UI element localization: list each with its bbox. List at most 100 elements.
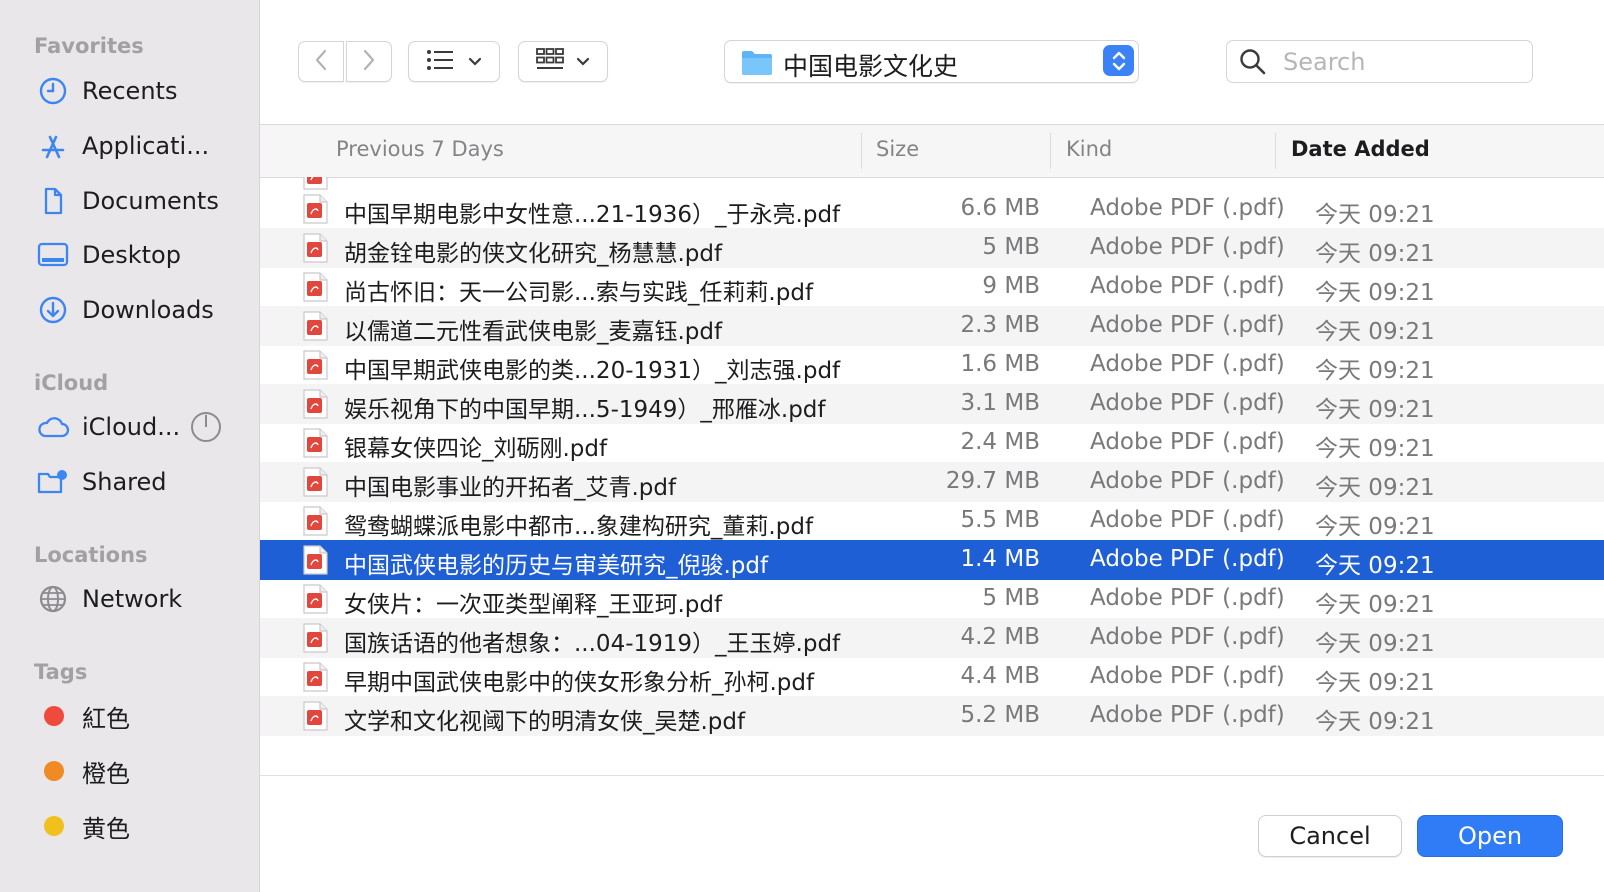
download-icon [36, 293, 70, 327]
file-size: 4.4 MB [960, 663, 1040, 689]
column-header-bar: Previous 7 Days Size Kind Date Added [260, 124, 1604, 178]
file-row[interactable]: 中国电影事业的开拓者_艾青.pdf 29.7 MB Adobe PDF (.pdf)… [260, 462, 1604, 502]
shared-folder-icon [36, 465, 70, 499]
file-row[interactable]: 胡金铨电影的侠文化研究_杨慧慧.pdf 5 MB Adobe PDF (.pdf) 今… [260, 228, 1604, 268]
file-size: 5 MB [982, 585, 1040, 611]
column-header-date-added[interactable]: Date Added [1291, 137, 1430, 161]
file-kind: Adobe PDF (.pdf) [1090, 195, 1285, 221]
file-kind: Adobe PDF (.pdf) [1090, 585, 1285, 611]
back-button[interactable] [298, 41, 344, 82]
red-tag-dot-icon [44, 706, 64, 726]
column-divider[interactable] [861, 133, 862, 169]
column-header-name[interactable]: Previous 7 Days [336, 137, 504, 161]
file-row-selected[interactable]: 中国武侠电影的历史与审美研究_倪骏.pdf 1.4 MB Adobe PDF (.p… [260, 540, 1604, 580]
sidebar-item-recents[interactable]: Recents [0, 67, 259, 115]
sidebar-item-label: 黄色 [82, 814, 130, 843]
search-field[interactable] [1226, 40, 1533, 83]
column-header-size[interactable]: Size [876, 137, 919, 161]
column-header-kind[interactable]: Kind [1066, 137, 1112, 161]
chevron-down-icon [468, 52, 482, 71]
sidebar-item-network[interactable]: Network [0, 575, 259, 623]
file-name: 中国武侠电影的历史与审美研究_倪骏.pdf [344, 553, 769, 579]
sidebar-tag-yellow[interactable]: 黄色 [0, 802, 259, 850]
sidebar-item-downloads[interactable]: Downloads [0, 286, 259, 334]
file-date-added: 今天 09:21 [1315, 397, 1435, 423]
file-size: 2.3 MB [960, 312, 1040, 338]
pdf-file-icon [302, 272, 328, 302]
yellow-tag-dot-icon [44, 816, 64, 836]
file-name: 女侠片：一次亚类型阐释_王亚珂.pdf [344, 592, 723, 618]
sidebar-item-documents[interactable]: Documents [0, 177, 259, 225]
forward-button[interactable] [346, 41, 392, 82]
search-input[interactable] [1281, 45, 1525, 79]
file-size: 5.5 MB [960, 507, 1040, 533]
file-date-added: 今天 09:21 [1315, 709, 1435, 735]
file-row[interactable]: 以儒道二元性看武侠电影_麦嘉钰.pdf 2.3 MB Adobe PDF (.pdf… [260, 306, 1604, 346]
file-date-added: 今天 09:21 [1315, 475, 1435, 501]
location-path-popup[interactable]: 中国电影文化史 [724, 40, 1139, 83]
file-row[interactable]: 国族话语的他者想象：...04-1919）_王玉婷.pdf 4.2 MB Adobe… [260, 618, 1604, 658]
file-kind: Adobe PDF (.pdf) [1090, 273, 1285, 299]
file-kind: Adobe PDF (.pdf) [1090, 312, 1285, 338]
column-divider[interactable] [1050, 133, 1051, 169]
file-kind: Adobe PDF (.pdf) [1090, 351, 1285, 377]
sidebar-item-label: 橙色 [82, 759, 130, 788]
open-button[interactable]: Open [1417, 815, 1563, 857]
column-divider[interactable] [1275, 133, 1276, 169]
sidebar-item-desktop[interactable]: Desktop [0, 231, 259, 279]
file-size: 5.2 MB [960, 702, 1040, 728]
file-name: 文学和文化视阈下的明清女侠_吴楚.pdf [344, 709, 746, 735]
file-date-added: 今天 09:21 [1315, 670, 1435, 696]
sidebar-item-applications[interactable]: Applicati... [0, 122, 259, 170]
pdf-file-icon [302, 701, 328, 731]
file-size: 2.4 MB [960, 429, 1040, 455]
file-row[interactable]: 尚古怀旧：天一公司影...索与实践_任莉莉.pdf 9 MB Adobe PDF (… [260, 267, 1604, 307]
file-name: 中国电影事业的开拓者_艾青.pdf [344, 475, 677, 501]
file-row[interactable]: 娱乐视角下的中国早期...5-1949）_邢雁冰.pdf 3.1 MB Adobe … [260, 384, 1604, 424]
sidebar-tag-orange[interactable]: 橙色 [0, 747, 259, 795]
file-kind: Adobe PDF (.pdf) [1090, 546, 1285, 572]
chevron-down-icon [576, 52, 590, 71]
pdf-file-icon [302, 428, 328, 458]
file-row[interactable]: 鸳鸯蝴蝶派电影中都市...象建构研究_董莉.pdf 5.5 MB Adobe PDF… [260, 501, 1604, 541]
pdf-file-icon [302, 545, 328, 575]
sidebar-tag-red[interactable]: 紅色 [0, 692, 259, 740]
sync-progress-icon [190, 411, 222, 447]
file-date-added: 今天 09:21 [1315, 241, 1435, 267]
pdf-file-icon [302, 662, 328, 692]
file-date-added: 今天 09:21 [1315, 358, 1435, 384]
file-name: 早期中国武侠电影中的侠女形象分析_孙柯.pdf [344, 670, 815, 696]
file-date-added: 今天 09:21 [1315, 280, 1435, 306]
file-row[interactable]: 中国早期武侠电影的类...20-1931）_刘志强.pdf 1.6 MB Adobe… [260, 345, 1604, 385]
file-size: 9 MB [982, 273, 1040, 299]
list-view-button[interactable] [408, 41, 500, 82]
file-size: 3.1 MB [960, 390, 1040, 416]
file-row[interactable]: 中国早期电影中女性意...21-1936）_于永亮.pdf 6.6 MB Adobe… [260, 189, 1604, 229]
pdf-file-icon [302, 389, 328, 419]
file-kind: Adobe PDF (.pdf) [1090, 507, 1285, 533]
file-name: 以儒道二元性看武侠电影_麦嘉钰.pdf [344, 319, 723, 345]
favorites-heading: Favorites [34, 34, 144, 58]
list-icon [426, 49, 454, 75]
file-date-added: 今天 09:21 [1315, 553, 1435, 579]
file-row[interactable]: 女侠片：一次亚类型阐释_王亚珂.pdf 5 MB Adobe PDF (.pdf) 今… [260, 579, 1604, 619]
file-date-added: 今天 09:21 [1315, 319, 1435, 345]
cancel-button[interactable]: Cancel [1258, 815, 1402, 857]
chevron-left-icon [313, 48, 329, 76]
pdf-file-icon [302, 506, 328, 536]
orange-tag-dot-icon [44, 761, 64, 781]
cloud-icon [36, 410, 70, 444]
file-name: 胡金铨电影的侠文化研究_杨慧慧.pdf [344, 241, 723, 267]
sidebar-item-label: Desktop [82, 241, 181, 269]
sidebar-item-label: Downloads [82, 296, 214, 324]
file-date-added: 今天 09:21 [1315, 436, 1435, 462]
sidebar-item-label: iCloud... [82, 413, 181, 441]
file-row[interactable]: 银幕女侠四论_刘砺刚.pdf 2.4 MB Adobe PDF (.pdf) 今天 0… [260, 423, 1604, 463]
file-row[interactable]: 文学和文化视阈下的明清女侠_吴楚.pdf 5.2 MB Adobe PDF (.pd… [260, 696, 1604, 736]
sidebar-item-icloud-drive[interactable]: iCloud... [0, 403, 259, 451]
file-name: 国族话语的他者想象：...04-1919）_王玉婷.pdf [344, 631, 841, 657]
file-row[interactable]: 早期中国武侠电影中的侠女形象分析_孙柯.pdf 4.4 MB Adobe PDF (… [260, 657, 1604, 697]
sidebar-item-shared[interactable]: Shared [0, 458, 259, 506]
group-view-button[interactable] [518, 41, 608, 82]
file-name: 鸳鸯蝴蝶派电影中都市...象建构研究_董莉.pdf [344, 514, 814, 540]
